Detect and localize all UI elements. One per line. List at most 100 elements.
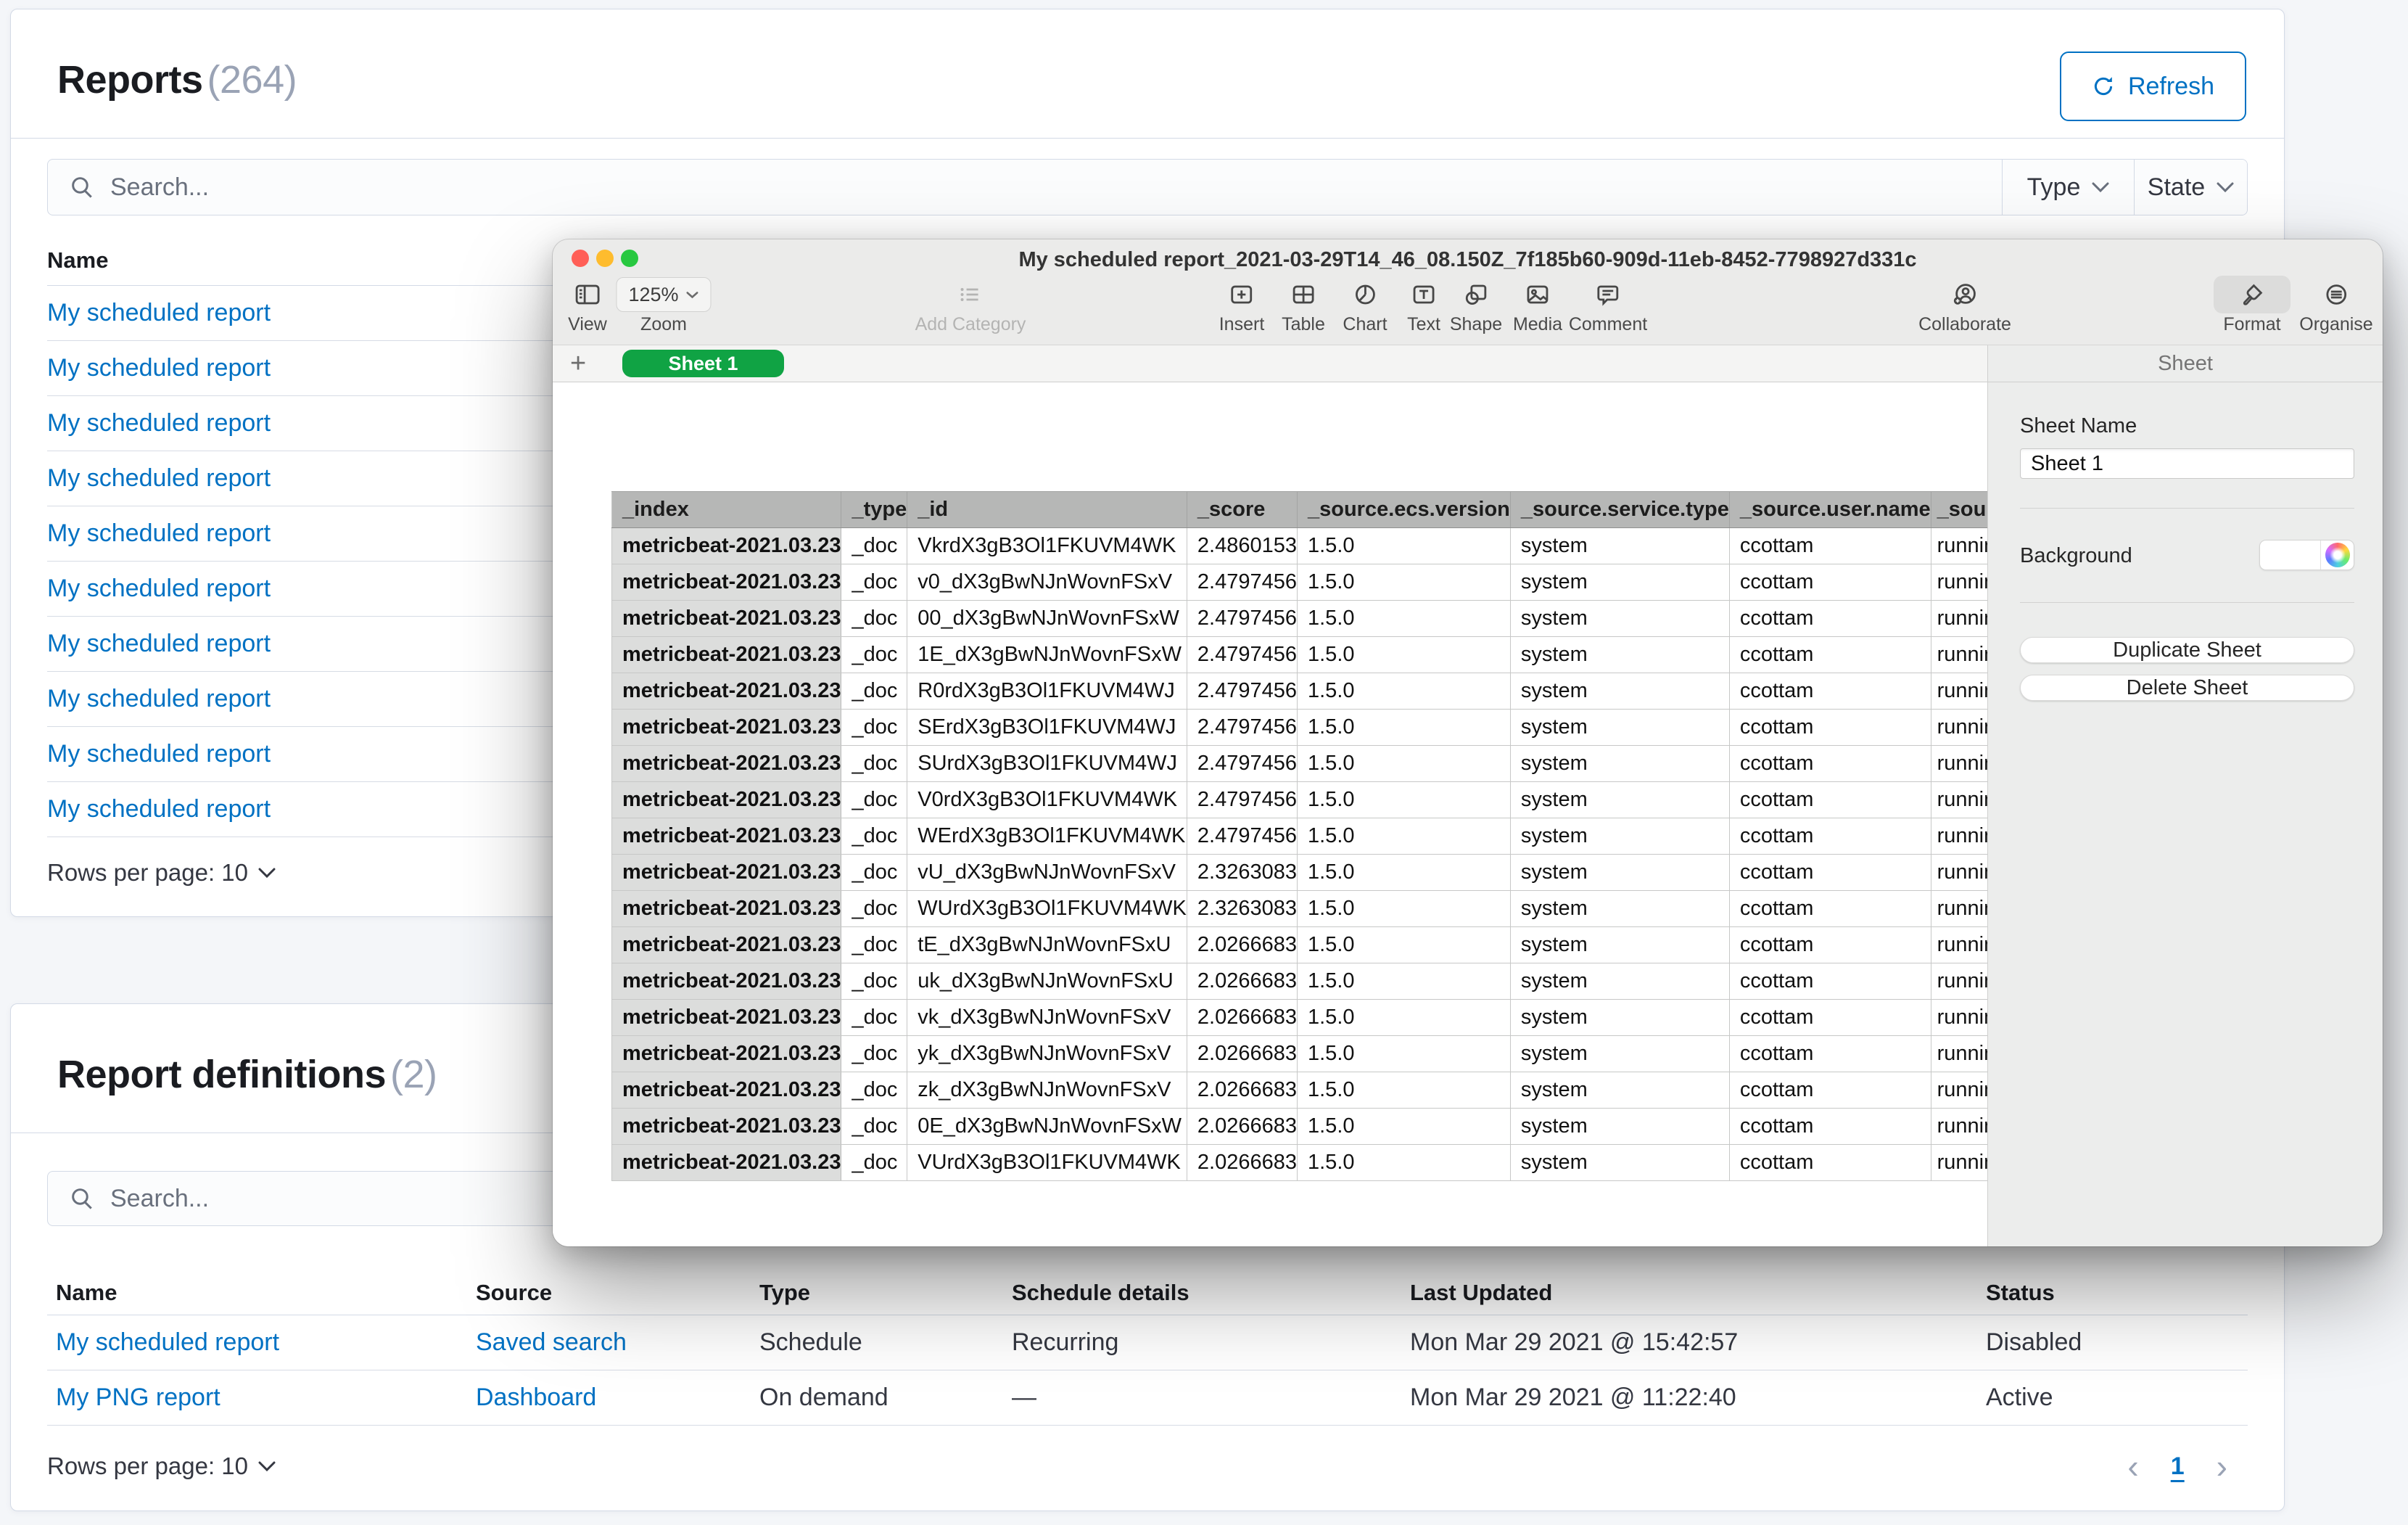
header-ecs-version: _source.ecs.version [1298, 492, 1511, 528]
text-button[interactable]: Text [1407, 276, 1440, 335]
zoom-level-value: 125% [628, 284, 678, 306]
next-page-button[interactable]: › [2217, 1450, 2227, 1483]
format-button[interactable]: Format [2214, 276, 2291, 335]
col-last-updated: Last Updated [1401, 1271, 1977, 1315]
page-title: Reports(264) [57, 57, 297, 102]
type-filter-button[interactable]: Type [2002, 160, 2134, 215]
spreadsheet-row[interactable]: metricbeat-2021.03.23 _doc tE_dX3gBwNJnW… [612, 927, 1988, 963]
sheet-canvas[interactable]: _index _type _id _score _source.ecs.vers… [553, 382, 1987, 1246]
spreadsheet-row[interactable]: metricbeat-2021.03.23 _doc WErdX3gB3Ol1F… [612, 818, 1988, 855]
definition-source-link[interactable]: Dashboard [476, 1384, 596, 1412]
report-link[interactable]: My scheduled report [47, 575, 271, 603]
definition-name-link[interactable]: My scheduled report [56, 1328, 279, 1357]
zoom-window-button[interactable] [621, 250, 638, 267]
definitions-table-header: Name Source Type Schedule details Last U… [47, 1271, 2248, 1315]
report-link[interactable]: My scheduled report [47, 299, 271, 327]
media-button[interactable]: Media [1513, 276, 1562, 335]
divider [2020, 508, 2354, 509]
definition-type: Schedule [751, 1315, 1003, 1370]
spreadsheet-row[interactable]: metricbeat-2021.03.23 _doc uk_dX3gBwNJnW… [612, 963, 1988, 1000]
refresh-label: Refresh [2128, 73, 2214, 101]
report-link[interactable]: My scheduled report [47, 464, 271, 493]
spreadsheet-row[interactable]: metricbeat-2021.03.23 _doc R0rdX3gB3Ol1F… [612, 673, 1988, 710]
definition-source-link[interactable]: Saved search [476, 1328, 627, 1357]
duplicate-sheet-button[interactable]: Duplicate Sheet [2020, 637, 2354, 663]
chart-button[interactable]: Chart [1343, 276, 1387, 335]
header-index: _index [612, 492, 841, 528]
header-type: _type [841, 492, 907, 528]
reports-title-text: Reports [57, 58, 203, 102]
collaborate-label: Collaborate [1918, 314, 2011, 335]
definition-name-link[interactable]: My PNG report [56, 1384, 220, 1412]
collaborate-button[interactable]: Collaborate [1918, 276, 2011, 335]
spreadsheet-row[interactable]: metricbeat-2021.03.23 _doc SErdX3gB3Ol1F… [612, 710, 1988, 746]
state-filter-button[interactable]: State [2134, 160, 2247, 215]
page-1-button[interactable]: 1 [2171, 1452, 2185, 1481]
spreadsheet-row[interactable]: metricbeat-2021.03.23 _doc vk_dX3gBwNJnW… [612, 1000, 1988, 1036]
insert-button[interactable]: Insert [1219, 276, 1265, 335]
report-link[interactable]: My scheduled report [47, 354, 271, 382]
spreadsheet-row[interactable]: metricbeat-2021.03.23 _doc v0_dX3gBwNJnW… [612, 564, 1988, 601]
spreadsheet-row[interactable]: metricbeat-2021.03.23 _doc 0E_dX3gBwNJnW… [612, 1109, 1988, 1145]
spreadsheet-row[interactable]: metricbeat-2021.03.23 _doc zk_dX3gBwNJnW… [612, 1072, 1988, 1109]
comment-button[interactable]: Comment [1569, 276, 1647, 335]
color-wheel-button[interactable] [2320, 540, 2354, 570]
zoom-control[interactable]: 125% Zoom [616, 276, 711, 335]
delete-sheet-button[interactable]: Delete Sheet [2020, 675, 2354, 701]
spreadsheet-row[interactable]: metricbeat-2021.03.23 _doc VUrdX3gB3Ol1F… [612, 1145, 1988, 1181]
spreadsheet-row[interactable]: metricbeat-2021.03.23 _doc VkrdX3gB3Ol1F… [612, 528, 1988, 564]
add-sheet-button[interactable]: + [570, 348, 586, 379]
spreadsheet-row[interactable]: metricbeat-2021.03.23 _doc yk_dX3gBwNJnW… [612, 1036, 1988, 1072]
sheet-tab[interactable]: Sheet 1 [622, 350, 784, 377]
definition-last-updated: Mon Mar 29 2021 @ 15:42:57 [1401, 1315, 1977, 1370]
media-icon [1525, 276, 1550, 313]
comment-label: Comment [1569, 314, 1647, 335]
refresh-icon [2092, 75, 2115, 98]
minimize-window-button[interactable] [596, 250, 614, 267]
definitions-title-text: Report definitions [57, 1053, 386, 1096]
search-input[interactable] [110, 160, 2002, 215]
insert-icon [1229, 276, 1254, 313]
spreadsheet-table[interactable]: _index _type _id _score _source.ecs.vers… [611, 491, 1987, 1181]
refresh-button[interactable]: Refresh [2060, 52, 2246, 121]
reports-search-field[interactable] [48, 160, 2002, 215]
format-panel: Sheet Name Background Duplicate Sheet De… [1987, 382, 2383, 1246]
table-label: Table [1282, 314, 1325, 335]
report-link[interactable]: My scheduled report [47, 795, 271, 823]
spreadsheet-row[interactable]: metricbeat-2021.03.23 _doc 1E_dX3gBwNJnW… [612, 637, 1988, 673]
spreadsheet-row[interactable]: metricbeat-2021.03.23 _doc 00_dX3gBwNJnW… [612, 601, 1988, 637]
view-label: View [568, 314, 607, 335]
view-button[interactable]: View [568, 276, 607, 335]
prev-page-button[interactable]: ‹ [2127, 1450, 2138, 1483]
shape-button[interactable]: Shape [1450, 276, 1502, 335]
spreadsheet-row[interactable]: metricbeat-2021.03.23 _doc SUrdX3gB3Ol1F… [612, 746, 1988, 782]
window-title: My scheduled report_2021-03-29T14_46_08.… [553, 239, 2383, 280]
window-titlebar[interactable]: My scheduled report_2021-03-29T14_46_08.… [553, 239, 2383, 276]
sheet-name-label: Sheet Name [2020, 414, 2137, 438]
spreadsheet-row[interactable]: metricbeat-2021.03.23 _doc WUrdX3gB3Ol1F… [612, 891, 1988, 927]
pagination: ‹ 1 › [2127, 1450, 2227, 1483]
organise-label: Organise [2299, 314, 2372, 335]
state-filter-label: State [2148, 173, 2205, 202]
organise-icon [2324, 276, 2349, 313]
report-link[interactable]: My scheduled report [47, 630, 271, 658]
spreadsheet-row[interactable]: metricbeat-2021.03.23 _doc vU_dX3gBwNJnW… [612, 855, 1988, 891]
background-color-well[interactable] [2259, 540, 2354, 570]
report-link[interactable]: My scheduled report [47, 740, 271, 768]
rows-per-page-selector[interactable]: Rows per page: 10 [47, 1441, 276, 1492]
window-toolbar: View 125% Zoom Add Category Insert [553, 276, 2383, 345]
report-link[interactable]: My scheduled report [47, 409, 271, 437]
zoom-level-dropdown[interactable]: 125% [616, 277, 711, 312]
close-window-button[interactable] [572, 250, 589, 267]
divider [2020, 602, 2354, 603]
report-link[interactable]: My scheduled report [47, 519, 271, 548]
organise-button[interactable]: Organise [2299, 276, 2372, 335]
shape-label: Shape [1450, 314, 1502, 335]
search-icon [70, 1186, 94, 1211]
sheet-name-input[interactable] [2020, 448, 2354, 479]
type-filter-label: Type [2027, 173, 2081, 202]
report-link[interactable]: My scheduled report [47, 685, 271, 713]
add-category-button[interactable]: Add Category [915, 276, 1026, 335]
table-button[interactable]: Table [1282, 276, 1325, 335]
spreadsheet-row[interactable]: metricbeat-2021.03.23 _doc V0rdX3gB3Ol1F… [612, 782, 1988, 818]
